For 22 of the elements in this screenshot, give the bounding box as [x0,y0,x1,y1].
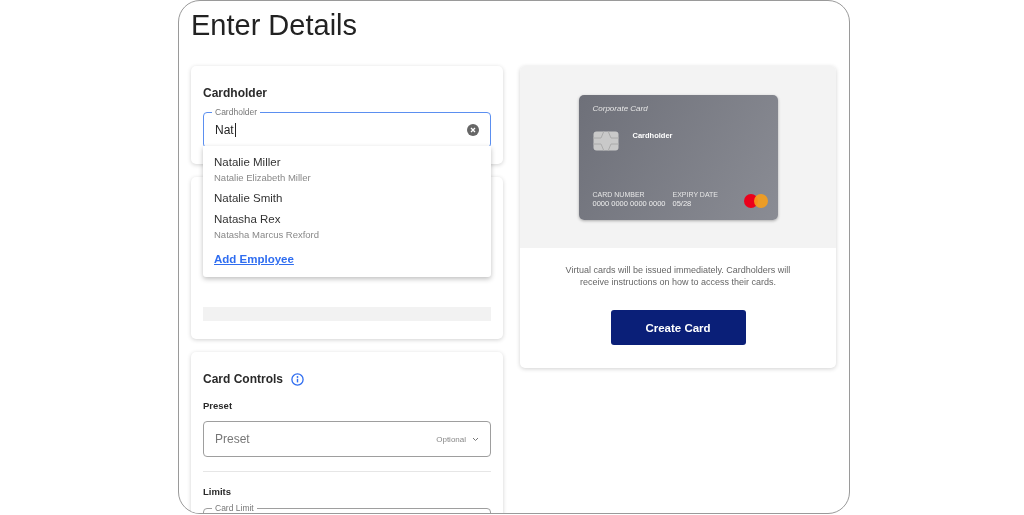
field-heading: Limits [203,486,232,497]
field-label: Cardholder [212,107,261,117]
field-label: Card Limit [212,503,257,513]
section-heading: Card Controls [203,372,283,386]
suggestion-full-name: Natasha Marcus Rexford [214,229,321,240]
field-value: Nat [215,123,237,137]
dropdown-placeholder: Preset [215,432,251,446]
suggestion-item[interactable]: Natalie Miller Natalie Elizabeth Miller [214,156,480,183]
optional-hint: Optional [436,434,466,444]
suggestion-item[interactable]: Natalie Smith [214,192,480,204]
suggestion-name: Natasha Rex [214,213,282,225]
add-employee-link[interactable]: Add Employee [214,253,294,265]
suggestion-full-name: Natalie Elizabeth Miller [214,172,312,183]
preset-dropdown[interactable]: Preset Optional [203,421,491,457]
card-type: Corporate Card [592,103,649,113]
notice-text: Virtual cards will be issued immediately. Cardholders will receive instructions on how to access their cards. [564,264,792,288]
page-title: Enter Details [191,9,358,42]
field-heading: Preset [203,400,234,411]
suggestion-name: Natalie Miller [214,156,282,168]
create-card-button[interactable]: Create Card [610,310,746,345]
section-heading: Cardholder [203,86,268,100]
suggestion-item[interactable]: Natasha Rex Natasha Marcus Rexford [214,213,480,240]
